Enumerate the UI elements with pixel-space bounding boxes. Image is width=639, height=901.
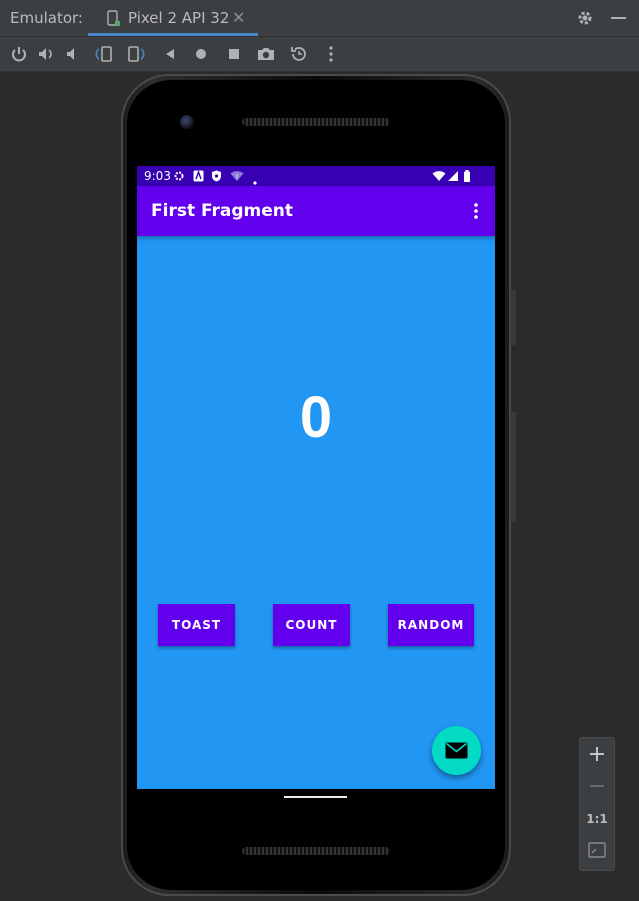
device-screen[interactable]: 9:03 ? First Fragment 0 TOAST COUNT RAND… [137,166,495,789]
app-bar: First Fragment [137,186,495,236]
settings-notification-icon [173,170,185,185]
power-key[interactable] [510,290,516,345]
random-button[interactable]: RANDOM [388,604,474,646]
page-title: First Fragment [151,201,294,221]
tab-pixel-2-api-32[interactable]: Pixel 2 API 32 ✕ [88,0,258,36]
wifi-question-icon: ? [230,170,244,185]
volume-down-icon[interactable] [64,45,82,63]
status-bar: 9:03 ? [137,166,495,186]
back-icon[interactable] [161,45,179,63]
status-time: 9:03 [144,169,171,183]
svg-text:?: ? [235,174,238,181]
toast-button[interactable]: TOAST [158,604,235,646]
count-display: 0 [299,385,333,450]
snapshot-icon[interactable] [289,45,307,63]
actual-size-button[interactable]: 1:1 [580,812,614,826]
rotate-right-icon[interactable] [126,45,145,63]
emulator-toolbar [0,37,639,72]
tab-close-button[interactable]: ✕ [232,8,245,27]
emulator-label: Emulator: [10,9,83,27]
battery-icon [463,170,471,185]
home-icon[interactable] [192,45,210,63]
envelope-icon [445,742,468,763]
wifi-icon [432,170,446,185]
zoom-out-button[interactable]: − [580,774,614,799]
rotate-left-icon[interactable] [94,45,112,63]
overview-icon[interactable] [225,45,243,63]
signal-icon [447,170,459,185]
shield-notification-icon [211,170,222,185]
gesture-nav-handle[interactable] [284,796,347,798]
front-camera [180,115,194,129]
fit-screen-icon[interactable] [580,842,614,862]
android-studio-notification-icon [193,169,204,185]
power-icon[interactable] [10,45,28,63]
device-icon [106,10,122,32]
more-icon[interactable] [322,45,340,63]
bottom-speaker [242,847,390,855]
volume-key[interactable] [510,412,516,522]
tab-label: Pixel 2 API 32 [128,9,230,27]
screenshot-icon[interactable] [256,45,274,63]
volume-up-icon[interactable] [37,45,55,63]
count-button[interactable]: COUNT [273,604,350,646]
zoom-controls: + − 1:1 [579,737,615,871]
minimize-button[interactable] [611,17,626,19]
email-fab-button[interactable] [432,726,481,775]
top-speaker [242,118,390,126]
overflow-menu-icon[interactable] [469,202,483,220]
zoom-in-button[interactable]: + [580,742,614,767]
gear-icon[interactable] [576,9,594,31]
emulator-title-bar: Emulator: Pixel 2 API 32 ✕ [0,0,639,37]
